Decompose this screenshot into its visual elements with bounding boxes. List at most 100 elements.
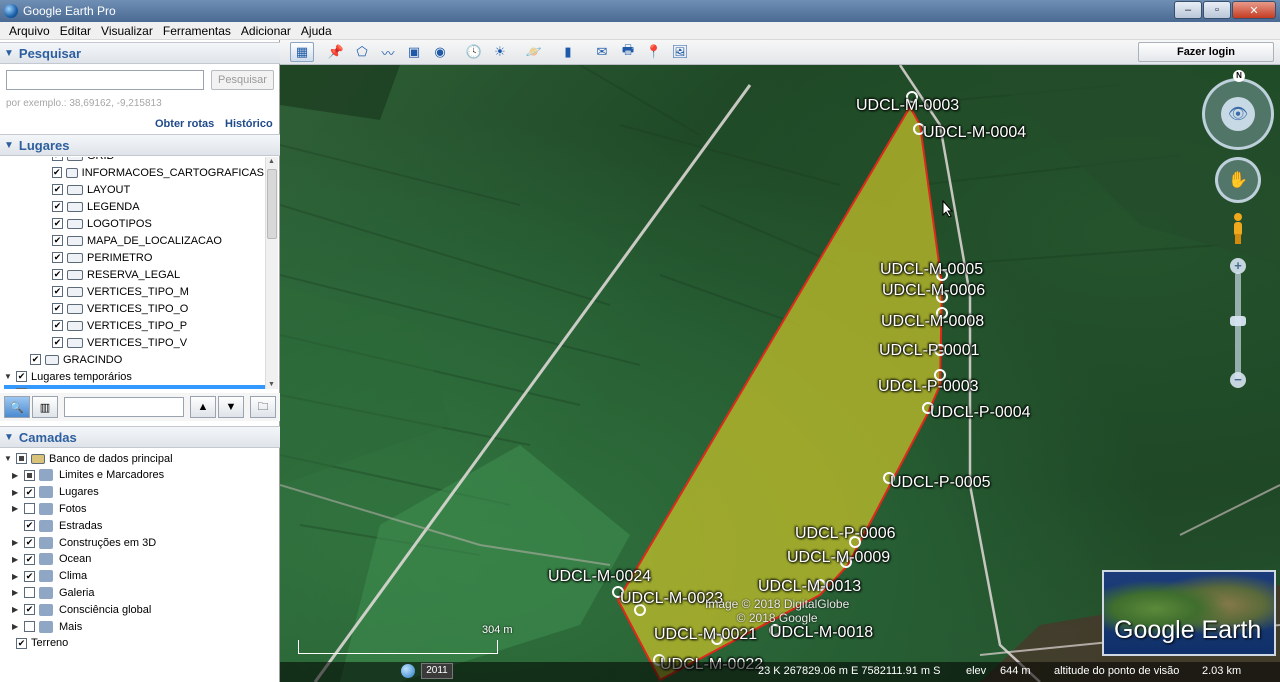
expand-arrow-icon[interactable]: ▶	[12, 471, 22, 480]
visibility-checkbox[interactable]	[16, 371, 27, 382]
places-item-temporary[interactable]: ▼ Lugares temporários	[4, 368, 265, 385]
visibility-checkbox[interactable]	[52, 167, 62, 178]
move-down-button[interactable]: ▼	[218, 396, 244, 418]
vertex-label[interactable]: UDCL-M-0008	[881, 313, 984, 331]
expand-arrow-icon[interactable]: ▼	[4, 372, 14, 381]
visibility-checkbox[interactable]	[24, 621, 35, 632]
menu-ferramentas[interactable]: Ferramentas	[158, 24, 236, 38]
menu-visualizar[interactable]: Visualizar	[96, 24, 158, 38]
sidebar-toggle-button[interactable]: ▥	[32, 396, 58, 418]
vertex-label[interactable]: UDCL-M-0018	[770, 624, 873, 642]
overview-map[interactable]: Google Earth	[1102, 570, 1276, 656]
search-places-button[interactable]: 🔍	[4, 396, 30, 418]
zoom-slider-thumb[interactable]	[1230, 316, 1246, 326]
vertex-label[interactable]: UDCL-P-0005	[890, 474, 990, 492]
visibility-checkbox[interactable]	[52, 184, 63, 195]
expand-arrow-icon[interactable]: ▼	[4, 454, 14, 463]
expand-arrow-icon[interactable]: ▶	[12, 488, 22, 497]
places-panel-header[interactable]: ▼ Lugares	[0, 134, 280, 156]
visibility-checkbox[interactable]	[24, 587, 35, 599]
visibility-checkbox[interactable]	[52, 252, 63, 263]
open-folder-button[interactable]: 🗀	[250, 396, 276, 418]
places-tree-item[interactable]: VERTICES_TIPO_V	[52, 334, 264, 351]
places-tree-item[interactable]: PERIMETRO	[52, 249, 264, 266]
visibility-checkbox[interactable]	[52, 269, 63, 280]
places-tree-item[interactable]: VERTICES_TIPO_P	[52, 317, 264, 334]
north-indicator[interactable]: N	[1233, 70, 1245, 82]
menu-arquivo[interactable]: Arquivo	[4, 24, 55, 38]
places-filter-input[interactable]	[64, 397, 184, 417]
places-tree-item[interactable]: MAPA_DE_LOCALIZACAO	[52, 232, 264, 249]
places-tree-item[interactable]: LEGENDA	[52, 198, 264, 215]
visibility-checkbox[interactable]	[24, 604, 35, 616]
visibility-checkbox[interactable]	[52, 201, 63, 212]
vertex-label[interactable]: UDCL-M-0005	[880, 261, 983, 279]
vertex-label[interactable]: UDCL-P-0003	[878, 378, 978, 396]
visibility-checkbox[interactable]	[30, 354, 41, 365]
visibility-checkbox[interactable]	[16, 453, 27, 464]
zoom-in-button[interactable]: +	[1230, 258, 1246, 274]
move-joystick[interactable]: ✋	[1215, 157, 1261, 203]
search-button[interactable]: Pesquisar	[211, 70, 274, 90]
scroll-down-icon[interactable]: ▼	[268, 381, 275, 388]
visibility-checkbox[interactable]	[52, 157, 63, 161]
expand-arrow-icon[interactable]: ▶	[12, 605, 22, 614]
visibility-checkbox[interactable]	[16, 637, 27, 649]
zoom-out-button[interactable]: −	[1230, 372, 1246, 388]
layer-item-terrain[interactable]: Terreno	[16, 635, 68, 652]
close-button[interactable]: ✕	[1232, 1, 1276, 19]
expand-arrow-icon[interactable]: ▶	[12, 622, 22, 631]
visibility-checkbox[interactable]	[52, 235, 63, 246]
add-path-button[interactable]: 〰	[376, 42, 400, 62]
visibility-checkbox[interactable]	[24, 469, 35, 481]
places-tree-item[interactable]: LOGOTIPOS	[52, 215, 264, 232]
visibility-checkbox[interactable]	[52, 337, 63, 348]
layer-item[interactable]: ▶ Fotos	[12, 500, 278, 517]
vertex-label[interactable]: UDCL-M-0009	[787, 549, 890, 567]
vertex-label[interactable]: UDCL-M-0003	[856, 97, 959, 115]
expand-arrow-icon[interactable]: ▶	[12, 555, 22, 564]
layer-item[interactable]: ▶ Lugares	[12, 484, 278, 501]
places-tree-item[interactable]: VERTICES_TIPO_M	[52, 283, 264, 300]
visibility-checkbox[interactable]	[24, 570, 35, 582]
visibility-checkbox[interactable]	[16, 388, 27, 389]
visibility-checkbox[interactable]	[52, 218, 63, 229]
visibility-checkbox[interactable]	[24, 503, 35, 515]
layer-item[interactable]: ▶ Ocean	[12, 551, 278, 568]
vertex-label[interactable]: UDCL-M-0004	[923, 124, 1026, 142]
vertex-label[interactable]: UDCL-P-0001	[879, 342, 979, 360]
places-tree-item[interactable]: GRID	[52, 157, 264, 164]
add-placemark-button[interactable]: 📌	[324, 42, 348, 62]
ruler-button[interactable]: ▮	[556, 42, 580, 62]
scroll-up-icon[interactable]: ▲	[268, 158, 275, 165]
maximize-button[interactable]: ▫	[1203, 1, 1231, 19]
vertex-label[interactable]: UDCL-M-0021	[654, 626, 757, 644]
sunlight-button[interactable]: ☀	[488, 42, 512, 62]
visibility-checkbox[interactable]	[52, 320, 63, 331]
vertex-label[interactable]: UDCL-M-0024	[548, 568, 651, 586]
historical-imagery-button[interactable]: 🕓	[462, 42, 486, 62]
places-item-selected[interactable]: ▼PEDRO_GEO	[4, 385, 265, 389]
menu-ajuda[interactable]: Ajuda	[296, 24, 337, 38]
print-button[interactable]: 🖶	[616, 42, 640, 62]
layers-panel-header[interactable]: ▼ Camadas	[0, 426, 280, 448]
layer-item[interactable]: ▶ Construções em 3D	[12, 534, 278, 551]
expand-arrow-icon[interactable]: ▶	[12, 504, 22, 513]
vertex-label[interactable]: UDCL-P-0004	[930, 404, 1030, 422]
minimize-button[interactable]: –	[1174, 1, 1202, 19]
history-link[interactable]: Histórico	[225, 118, 273, 130]
login-button[interactable]: Fazer login	[1138, 42, 1274, 62]
visibility-checkbox[interactable]	[24, 520, 35, 532]
visibility-checkbox[interactable]	[52, 286, 63, 297]
layer-item[interactable]: ▶ Consciência global	[12, 601, 278, 618]
layer-item[interactable]: ▶ Galeria	[12, 584, 278, 601]
get-directions-link[interactable]: Obter rotas	[155, 118, 214, 130]
menu-editar[interactable]: Editar	[55, 24, 96, 38]
record-tour-button[interactable]: ◉	[428, 42, 452, 62]
expand-arrow-icon[interactable]: ▶	[12, 588, 22, 597]
historical-imagery-icon[interactable]	[401, 664, 415, 678]
places-tree-item[interactable]: RESERVA_LEGAL	[52, 266, 264, 283]
menu-adicionar[interactable]: Adicionar	[236, 24, 296, 38]
search-panel-header[interactable]: ▼ Pesquisar	[0, 42, 280, 64]
visibility-checkbox[interactable]	[24, 537, 35, 548]
